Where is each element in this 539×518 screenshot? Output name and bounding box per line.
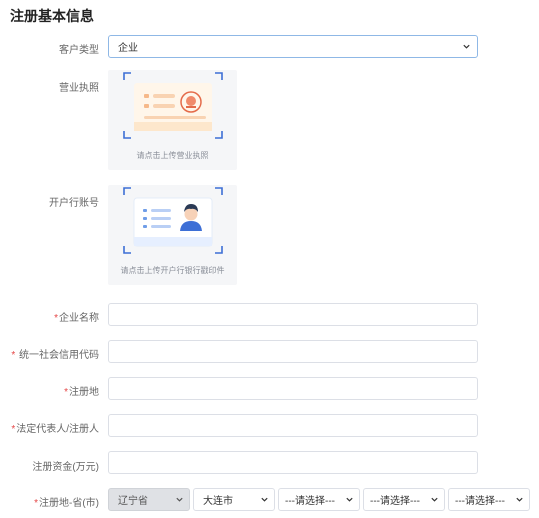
district-value: ---请选择--- (285, 496, 335, 507)
reg-capital-input[interactable] (108, 451, 478, 474)
community-value: ---请选择--- (455, 496, 505, 507)
chevron-down-icon (346, 497, 353, 502)
credit-code-label: * 统一社会信用代码 (0, 346, 99, 361)
page-title: 注册基本信息 (10, 8, 94, 24)
community-select[interactable]: ---请选择--- (448, 488, 530, 511)
bank-account-upload[interactable]: 请点击上传开户行银行戳印件 (108, 185, 237, 285)
reg-capital-label: 注册资金(万元) (32, 462, 99, 473)
required-mark: * (54, 313, 58, 324)
city-value: 大连市 (203, 496, 233, 507)
chevron-down-icon (261, 497, 268, 502)
district-select[interactable]: ---请选择--- (278, 488, 360, 511)
legal-rep-label-text: 法定代表人/注册人 (16, 424, 99, 435)
bank-account-hint: 请点击上传开户行银行戳印件 (120, 266, 225, 275)
required-mark: * (11, 350, 16, 361)
city-select[interactable]: 大连市 (193, 488, 275, 511)
chevron-down-icon (431, 497, 438, 502)
province-select: 辽宁省 (108, 488, 190, 511)
legal-rep-input[interactable] (108, 414, 478, 437)
province-value: 辽宁省 (118, 496, 148, 507)
reg-address-label: *注册地 (0, 383, 99, 398)
required-mark: * (34, 498, 38, 509)
legal-rep-label: *法定代表人/注册人 (0, 420, 99, 435)
license-card-icon (123, 72, 223, 139)
business-license-upload[interactable]: 请点击上传营业执照 (108, 70, 237, 170)
bank-account-label: 开户行账号 (49, 198, 99, 209)
reg-address-label-text: 注册地 (69, 387, 99, 398)
chevron-down-icon (516, 497, 523, 502)
business-license-label: 营业执照 (59, 83, 99, 94)
credit-code-label-text: 统一社会信用代码 (16, 350, 99, 361)
id-card-icon (123, 187, 223, 254)
street-select[interactable]: ---请选择--- (363, 488, 445, 511)
required-mark: * (64, 387, 68, 398)
credit-code-input[interactable] (108, 340, 478, 363)
company-name-label: *企业名称 (0, 309, 99, 324)
chevron-down-icon (176, 497, 183, 502)
customer-type-label: 客户类型 (59, 45, 99, 56)
business-license-hint: 请点击上传营业执照 (136, 151, 209, 160)
street-value: ---请选择--- (370, 496, 420, 507)
reg-region-label: *注册地-省(市) (0, 494, 99, 509)
required-mark: * (11, 424, 16, 435)
reg-region-label-text: 注册地-省(市) (39, 498, 99, 509)
chevron-down-icon (463, 44, 470, 49)
reg-address-input[interactable] (108, 377, 478, 400)
customer-type-value: 企业 (118, 43, 138, 54)
company-name-input[interactable] (108, 303, 478, 326)
company-name-label-text: 企业名称 (59, 313, 99, 324)
customer-type-select[interactable]: 企业 (108, 35, 478, 58)
